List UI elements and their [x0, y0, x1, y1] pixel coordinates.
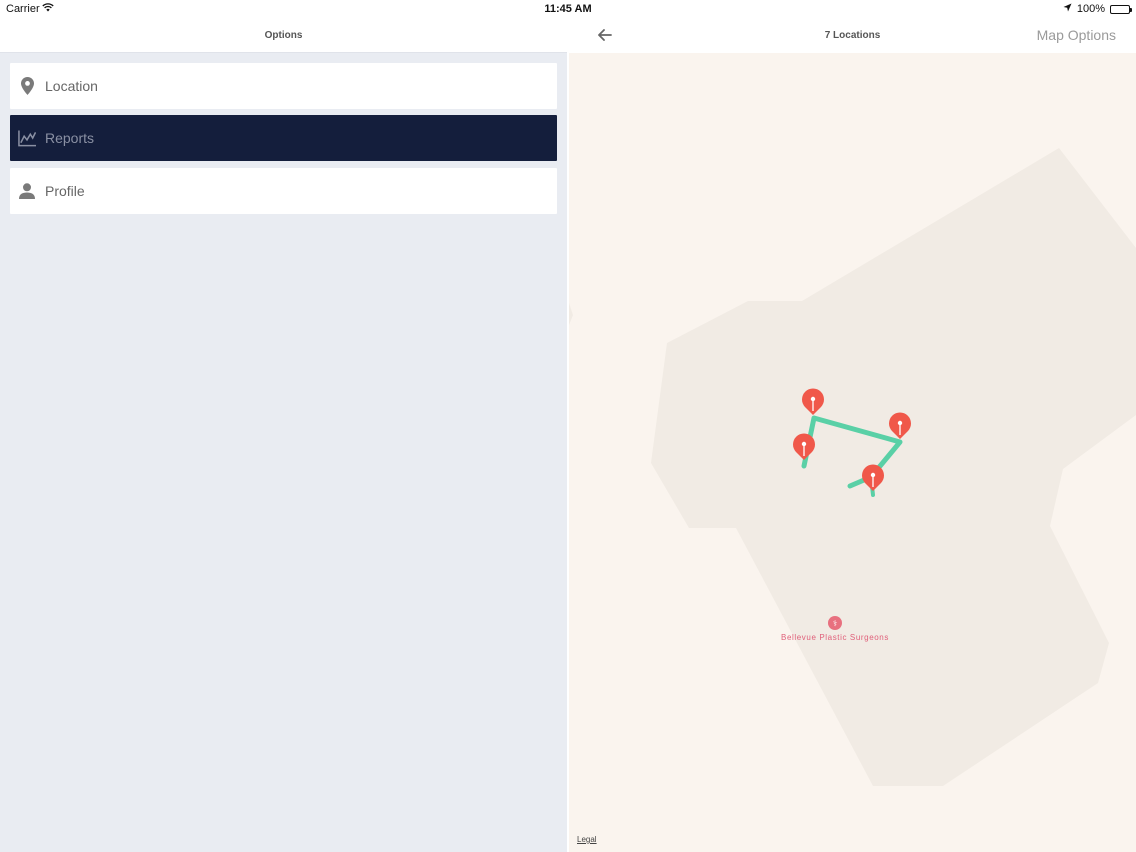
building-area: [651, 148, 1136, 786]
menu-item-location[interactable]: Location: [10, 63, 557, 109]
clock-label: 11:45 AM: [544, 3, 592, 15]
menu-item-label: Reports: [45, 130, 95, 146]
location-arrow-icon: [1063, 3, 1072, 15]
options-header: Options: [0, 18, 567, 53]
back-button[interactable]: [593, 24, 617, 46]
legal-link[interactable]: Legal: [577, 835, 597, 844]
map-pin-icon: [18, 76, 36, 96]
map-view[interactable]: ⚕ Bellevue Plastic Surgeons Legal: [569, 53, 1136, 852]
status-bar: Carrier 11:45 AM 100%: [0, 0, 1136, 18]
user-icon: [18, 181, 36, 201]
map-header: 7 Locations Map Options: [569, 18, 1136, 53]
map-canvas: [569, 148, 1136, 786]
poi-label[interactable]: Bellevue Plastic Surgeons: [779, 633, 891, 642]
map-panel: 7 Locations Map Options ⚕ Bellevue Plast…: [569, 18, 1136, 852]
line-chart-icon: [18, 128, 36, 148]
battery-icon: [1110, 4, 1132, 14]
map-options-button[interactable]: Map Options: [1037, 27, 1116, 43]
ipad-screen: Carrier 11:45 AM 100% Options Location R…: [0, 0, 1136, 852]
menu-item-reports[interactable]: Reports: [10, 115, 557, 161]
menu-item-profile[interactable]: Profile: [10, 168, 557, 214]
status-right: 100%: [1063, 3, 1132, 15]
arrow-left-icon: [598, 29, 612, 41]
battery-percent: 100%: [1076, 3, 1105, 15]
medical-icon[interactable]: ⚕: [828, 616, 842, 630]
map-edge-sliver: [569, 303, 573, 325]
options-panel: Options Location Reports Profile: [0, 18, 567, 852]
menu-item-label: Location: [45, 78, 98, 94]
options-title: Options: [264, 29, 303, 41]
menu-item-label: Profile: [45, 183, 85, 199]
